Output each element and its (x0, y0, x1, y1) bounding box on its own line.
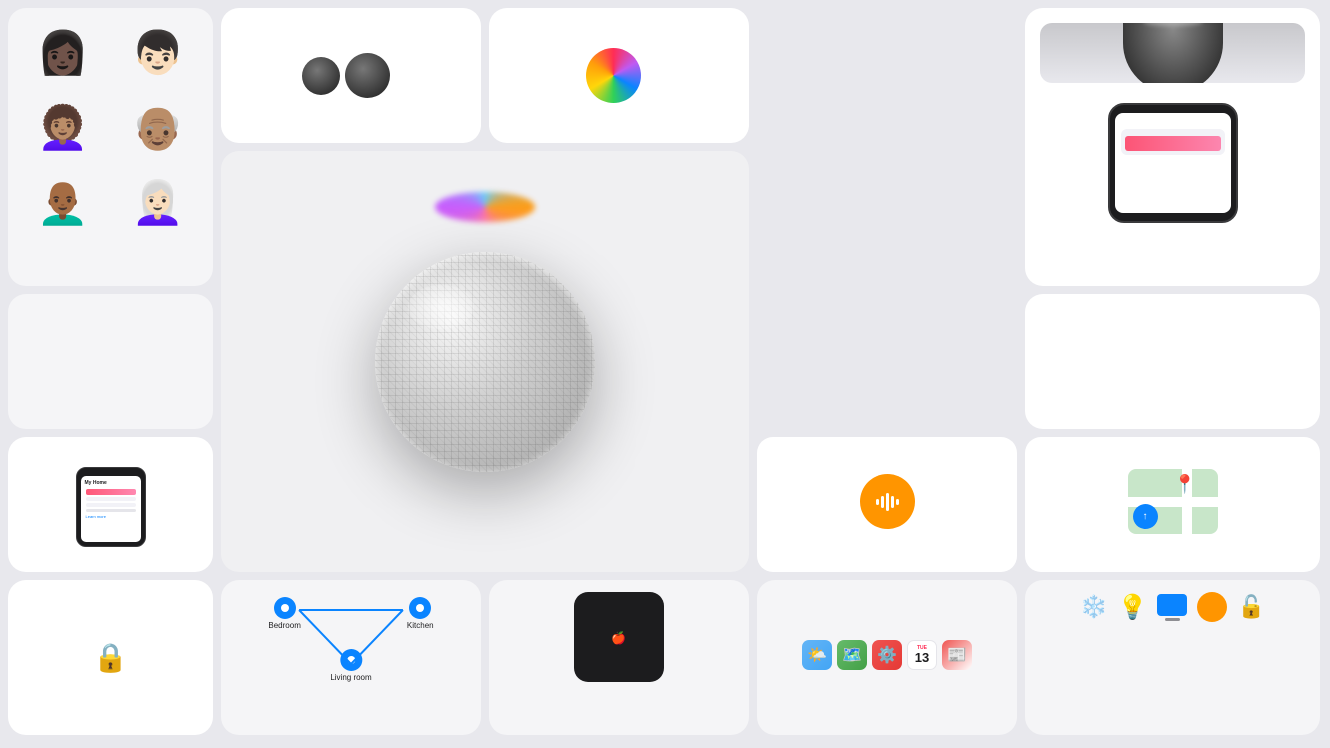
wave-bar-4 (891, 496, 894, 508)
chip-name-row: 🍎 (611, 631, 627, 645)
room-connections (233, 592, 469, 682)
memoji-grid: 👩🏿 👦🏻 👩🏽‍🦱 👴🏽 👨🏾‍🦲 👩🏻‍🦳 (18, 18, 203, 238)
homepod-center-card (221, 151, 749, 572)
discover-phone-link: Learn more (86, 514, 136, 519)
intelligent-card (8, 294, 213, 429)
wave-bar-5 (896, 499, 899, 505)
daily-icons-row: 🌤️ 🗺️ ⚙️ TUE 13 📰 (802, 640, 972, 670)
chip-visual: 🍎 (574, 592, 664, 682)
intercom-wave (876, 492, 899, 512)
spacer-col4-row2 (757, 151, 1017, 286)
speaker-right (345, 53, 390, 98)
smart-home-icons: ❄️ 💡 🔓 (1080, 592, 1265, 622)
homepod-body (375, 252, 595, 472)
shortcuts-card (489, 8, 749, 143)
iphone-screen (1115, 113, 1231, 213)
memoji-1: 👩🏿 (28, 18, 98, 88)
memoji-4: 👴🏽 (123, 93, 193, 163)
homepod-container (355, 202, 615, 522)
smart-light: 💡 (1118, 593, 1148, 622)
discover-phone-bar1 (86, 489, 136, 495)
discover-phone-bar4 (86, 509, 136, 512)
map-pin: 📍 (1173, 474, 1195, 495)
discover-phone-bar3 (86, 503, 136, 507)
fan-icon: ❄️ (1080, 594, 1107, 620)
temp-badge (1197, 592, 1227, 622)
spacer-col4-row3 (757, 294, 1017, 429)
multiroom-diagram: Bedroom Kitchen Living room (233, 592, 469, 682)
intercom-icon (860, 474, 915, 529)
siri-maps-card: 📍 ↑ (1025, 437, 1320, 572)
wave-bar-1 (876, 499, 879, 505)
bulb-icon: 💡 (1118, 593, 1148, 622)
wave-bar-3 (886, 493, 889, 511)
lock-icon: 🔒 (93, 641, 128, 674)
discover-phone: My Home Learn more (76, 467, 146, 547)
multiroom-card: Bedroom Kitchen Living room (221, 580, 481, 735)
compass-icon: ↑ (1133, 504, 1158, 529)
tv-stand (1165, 618, 1180, 621)
settings-icon-daily: ⚙️ (872, 640, 902, 670)
discover-phone-bar2 (86, 497, 136, 501)
private-secure-card: 🔒 (8, 580, 213, 735)
spacer-col4-row1 (757, 8, 1017, 143)
tv-icon (1157, 594, 1187, 616)
iphone-notch (1153, 105, 1193, 113)
weather-icon: 🌤️ (802, 640, 832, 670)
smart-fan: ❄️ (1080, 594, 1107, 620)
discover-phone-title: My Home (84, 479, 138, 487)
iphone-mockup (1108, 103, 1238, 223)
siri-icon (586, 48, 641, 103)
voices-card: 👩🏿 👦🏻 👩🏽‍🦱 👴🏽 👨🏾‍🦲 👩🏻‍🦳 (8, 8, 213, 286)
cal-date: 13 (915, 651, 929, 664)
discover-phone-screen: My Home Learn more (81, 476, 141, 542)
discover-card: My Home Learn more (8, 437, 213, 572)
news-icon: 📰 (942, 640, 972, 670)
smart-tv (1157, 594, 1187, 621)
homepod-top-image (1040, 23, 1305, 83)
iphone-integration-card (1025, 8, 1320, 286)
lock-smart: 🔓 (1237, 594, 1264, 620)
daily-updates-card: 🌤️ 🗺️ ⚙️ TUE 13 📰 (757, 580, 1017, 735)
computational-card: 🍎 (489, 580, 749, 735)
memoji-2: 👦🏻 (123, 18, 193, 88)
stereo-speakers (302, 53, 390, 98)
homepod-glow (435, 192, 535, 222)
maps-visual: 📍 ↑ (1128, 469, 1218, 534)
maps-icon: 🗺️ (837, 640, 867, 670)
smart-home-card: ❄️ 💡 🔓 (1025, 580, 1320, 735)
stereo-card (221, 8, 481, 143)
intercom-card (757, 437, 1017, 572)
iphone-wave-bar (1125, 136, 1221, 151)
memoji-3: 👩🏽‍🦱 (28, 93, 98, 163)
speaker-left (302, 57, 340, 95)
wave-bar-2 (881, 496, 884, 508)
memoji-6: 👩🏻‍🦳 (123, 168, 193, 238)
memoji-5: 👨🏾‍🦲 (28, 168, 98, 238)
amazing-sound-card (1025, 294, 1320, 429)
calendar-icon-daily: TUE 13 (907, 640, 937, 670)
chip-apple-icon: 🍎 (611, 631, 626, 645)
